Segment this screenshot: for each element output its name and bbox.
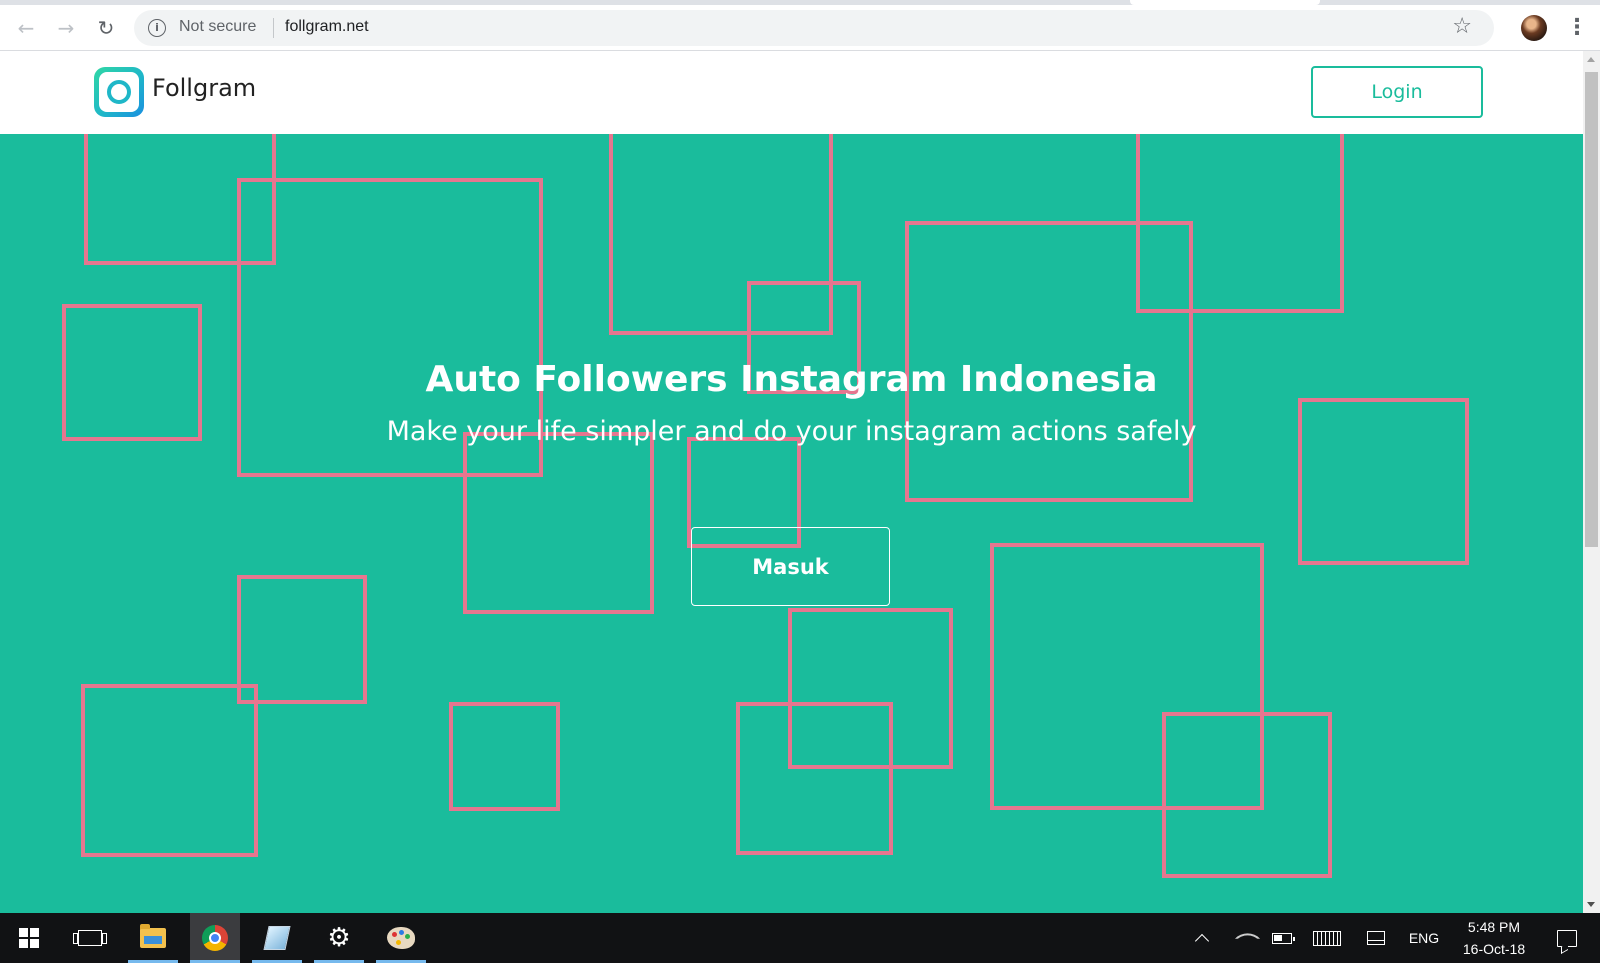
- address-bar[interactable]: i Not secure follgram.net ☆: [134, 10, 1494, 46]
- url-text[interactable]: follgram.net: [285, 18, 369, 36]
- vertical-dots-icon[interactable]: ⋮: [1566, 14, 1588, 42]
- taskbar-clock[interactable]: 5:48 PM 16-Oct-18: [1448, 913, 1540, 963]
- decorative-squares: [62, 134, 1469, 878]
- star-icon[interactable]: ☆: [1452, 14, 1472, 39]
- deco-square: [81, 684, 258, 857]
- info-icon[interactable]: i: [148, 19, 166, 37]
- hero-title: Auto Followers Instagram Indonesia: [425, 359, 1158, 400]
- clock-time: 5:48 PM: [1467, 919, 1521, 935]
- scroll-down-arrow-icon[interactable]: [1587, 902, 1595, 907]
- page-viewport: Follgram Login Auto Followers Instagram …: [0, 51, 1583, 913]
- masuk-button[interactable]: Masuk: [691, 527, 890, 606]
- login-button[interactable]: Login: [1311, 66, 1483, 118]
- browser-toolbar: ← → ↻ i Not secure follgram.net ☆ ⋮: [0, 0, 1600, 51]
- page-scrollbar[interactable]: [1583, 51, 1600, 913]
- omnibox-divider: [273, 18, 274, 38]
- task-view-icon[interactable]: [65, 913, 115, 963]
- file-explorer-icon[interactable]: [128, 913, 178, 963]
- instagram-logo-icon[interactable]: [94, 67, 144, 117]
- profile-avatar[interactable]: [1521, 15, 1547, 41]
- windows-start-icon[interactable]: [4, 913, 54, 963]
- notes-app-icon[interactable]: [252, 913, 302, 963]
- wifi-icon[interactable]: [1230, 913, 1261, 963]
- language-indicator[interactable]: ENG: [1402, 913, 1446, 963]
- site-logo-text[interactable]: Follgram: [152, 74, 256, 102]
- paint-palette-icon[interactable]: [376, 913, 426, 963]
- scroll-up-arrow-icon[interactable]: [1587, 57, 1595, 62]
- deco-square: [990, 543, 1264, 810]
- active-tab[interactable]: [1130, 0, 1320, 5]
- chrome-icon[interactable]: [190, 913, 240, 963]
- hero-section: Auto Followers Instagram Indonesia Make …: [0, 134, 1583, 913]
- show-hidden-icons-chevron-icon[interactable]: [1188, 913, 1216, 963]
- scrollbar-thumb[interactable]: [1585, 72, 1598, 547]
- notification-center-icon[interactable]: [1548, 913, 1586, 963]
- reload-icon[interactable]: ↻: [92, 14, 120, 42]
- touch-keyboard-icon[interactable]: [1310, 913, 1344, 963]
- hero-subtitle: Make your life simpler and do your insta…: [386, 416, 1197, 447]
- forward-arrow-icon[interactable]: →: [52, 14, 80, 42]
- deco-square: [449, 702, 560, 811]
- security-label: Not secure: [179, 18, 257, 35]
- deco-square: [736, 702, 893, 855]
- deco-square: [463, 432, 654, 614]
- back-arrow-icon[interactable]: ←: [12, 14, 40, 42]
- deco-square: [788, 608, 953, 769]
- battery-icon[interactable]: [1268, 913, 1296, 963]
- windows-taskbar: ⚙ ENG 5:48 PM 16-Oct-18: [0, 913, 1600, 963]
- site-header: Follgram Login: [0, 51, 1583, 134]
- settings-gear-icon[interactable]: ⚙: [314, 913, 364, 963]
- deco-square: [609, 134, 833, 335]
- touchpad-icon[interactable]: [1362, 913, 1390, 963]
- clock-date: 16-Oct-18: [1462, 941, 1526, 957]
- deco-square: [1162, 712, 1332, 878]
- deco-square: [84, 134, 276, 265]
- deco-square: [237, 575, 367, 704]
- tab-strip: [0, 0, 1600, 5]
